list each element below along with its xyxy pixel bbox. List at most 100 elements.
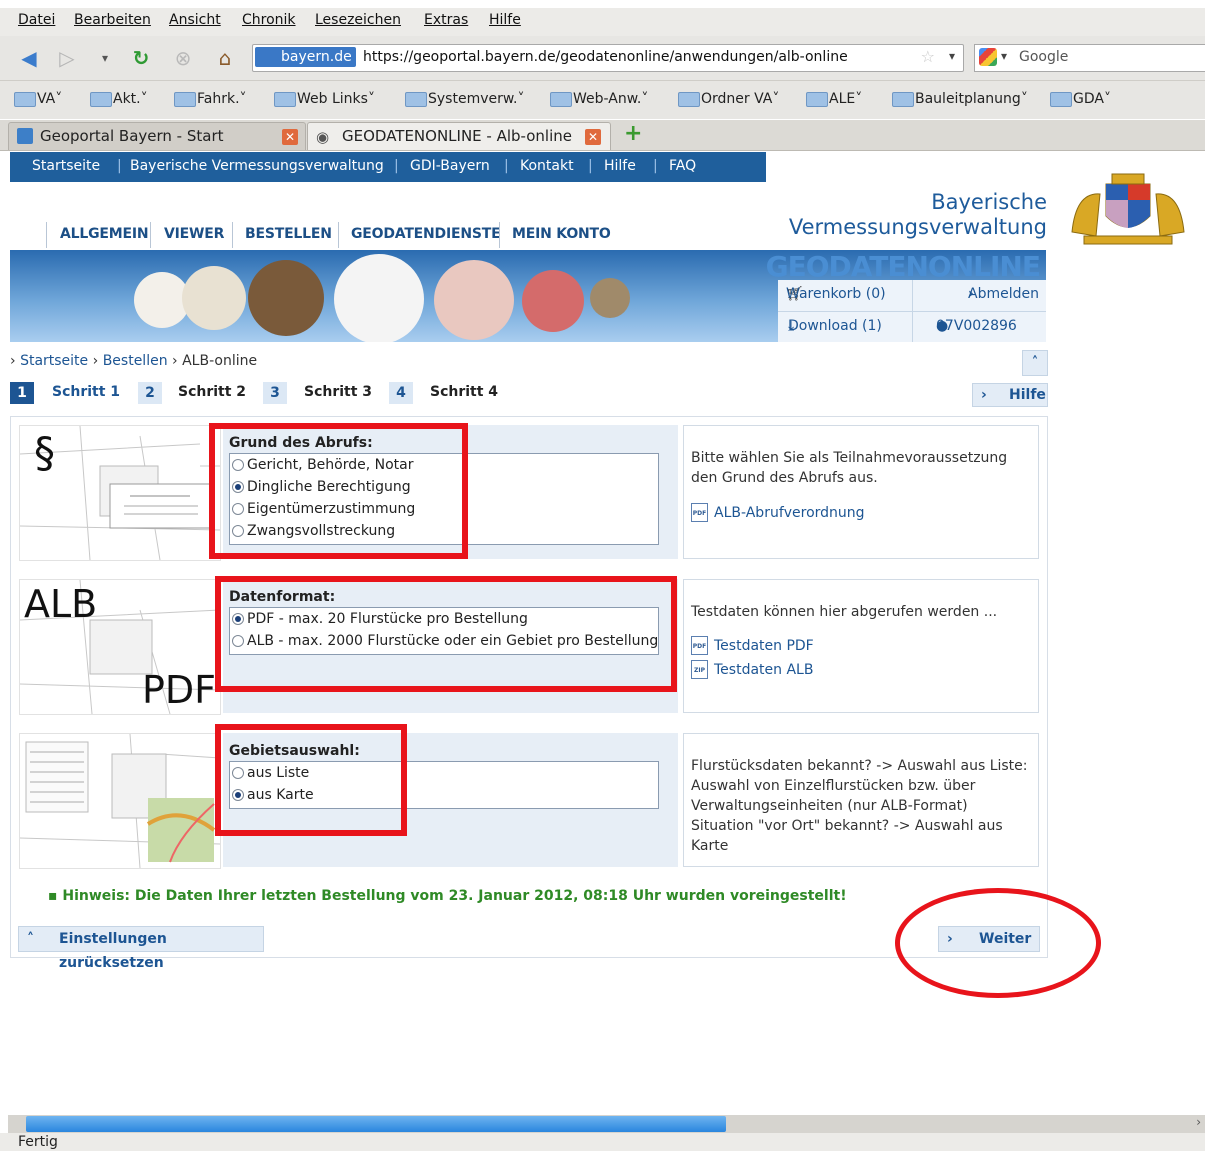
topnav-vermessungsverwaltung[interactable]: Bayerische Vermessungsverwaltung [130,158,384,174]
mainnav-geodatendienste[interactable]: GEODATENDIENSTE [351,226,501,242]
topnav-kontakt[interactable]: Kontakt [520,158,574,174]
folder-icon [550,91,572,107]
horizontal-scrollbar[interactable]: › [8,1115,1205,1133]
mainnav-bestellen[interactable]: BESTELLEN [245,226,332,242]
step-4-label[interactable]: Schritt 4 [430,384,498,400]
help-button[interactable]: › Hilfe [972,383,1048,407]
info-text: Bitte wählen Sie als Teilnahmevoraussetz… [691,450,1008,486]
menu-chronik[interactable]: Chronik [242,12,296,28]
folder-icon [174,91,196,107]
step-2-label[interactable]: Schritt 2 [178,384,246,400]
topnav-hilfe[interactable]: Hilfe [604,158,636,174]
breadcrumb-startseite[interactable]: Startseite [20,353,88,369]
home-icon[interactable]: ⌂ [212,45,238,71]
scroll-up-button[interactable]: ˄ [1022,350,1048,376]
url-dropdown-icon[interactable]: ▾ [949,49,955,63]
folder-icon [405,91,427,107]
step-4-number[interactable]: 4 [389,382,413,404]
search-box[interactable]: ▾ Google [974,44,1205,72]
scroll-right-icon[interactable]: › [1196,1115,1201,1129]
bookmark-folder[interactable]: Fahrk. ˅ [174,91,247,107]
menu-extras[interactable]: Extras [424,12,468,28]
forward-icon[interactable]: ▷ [54,45,80,71]
topnav-startseite[interactable]: Startseite [32,158,100,174]
banner-image [182,266,246,330]
link-alb-abrufverordnung[interactable]: PDF ALB-Abrufverordnung [691,503,865,522]
bookmarks-toolbar: VA ˅ Akt. ˅ Fahrk. ˅ Web Links ˅ Systemv… [0,81,1205,119]
nav-separator: | [653,158,658,174]
annotation-box [215,576,677,692]
step-3-label[interactable]: Schritt 3 [304,384,372,400]
bookmark-folder[interactable]: Akt. ˅ [90,91,148,107]
hint-message: ▪ Hinweis: Die Daten Ihrer letzten Beste… [48,888,847,904]
favicon-icon: ◉ [316,128,330,146]
reset-button-label: Einstellungen zurücksetzen [59,931,167,971]
scrollbar-thumb[interactable] [26,1116,726,1132]
menu-bearbeiten[interactable]: Bearbeiten [74,12,151,28]
bookmark-folder[interactable]: Web-Anw. ˅ [550,91,648,107]
step-3-number[interactable]: 3 [263,382,287,404]
bookmark-folder[interactable]: ALE ˅ [806,91,862,107]
section-info: Testdaten können hier abgerufen werden .… [683,579,1039,713]
logout-label: Abmelden [968,286,1039,302]
link-testdaten-alb[interactable]: ZIP Testdaten ALB [691,660,813,679]
bookmark-star-icon[interactable]: ☆ [921,47,935,66]
logout-link[interactable]: Abmelden › [968,286,1039,302]
mainnav-viewer[interactable]: VIEWER [164,226,224,242]
bookmark-folder[interactable]: Ordner VA ˅ [678,91,779,107]
tab-geodatenonline[interactable]: ◉ GEODATENONLINE - Alb-online ✕ [307,122,611,150]
section-info: Bitte wählen Sie als Teilnahmevoraussetz… [683,425,1039,559]
step-2-number[interactable]: 2 [138,382,162,404]
reload-icon[interactable]: ↻ [128,45,154,71]
bookmark-label: Systemverw. [428,91,518,107]
menu-lesezeichen[interactable]: Lesezeichen [315,12,401,28]
banner-title: GEODATENONLINE [765,250,1041,283]
nav-separator: | [588,158,593,174]
menu-datei[interactable]: Datei [18,12,55,28]
search-engine-dropdown-icon[interactable]: ▾ [1001,49,1007,63]
topnav-faq[interactable]: FAQ [669,158,696,174]
chevron-right-icon: › [10,353,16,369]
tab-geoportal[interactable]: Geoportal Bayern - Start ✕ [8,122,306,150]
address-bar[interactable]: bayern.de https://geoportal.bayern.de/ge… [252,44,964,72]
menu-hilfe[interactable]: Hilfe [489,12,521,28]
breadcrumb-alb-online: ALB-online [182,353,258,369]
zip-icon: ZIP [691,660,708,679]
bookmark-folder[interactable]: VA ˅ [14,91,62,107]
section-illustration [19,733,221,869]
stop-icon[interactable]: ⊗ [170,45,196,71]
status-bar: Fertig [0,1133,1205,1151]
reset-settings-button[interactable]: ˄ Einstellungen zurücksetzen [18,926,264,971]
mainnav-mein-konto[interactable]: MEIN KONTO [512,226,611,242]
site-identity-badge[interactable]: bayern.de [255,47,356,67]
folder-icon [274,91,296,107]
user-id: 07V002896 [936,318,1017,334]
bookmark-folder[interactable]: Bauleitplanung ˅ [892,91,1028,107]
step-1-label[interactable]: Schritt 1 [52,384,120,400]
back-icon[interactable]: ◀ [16,45,42,71]
bookmark-label: Bauleitplanung [915,91,1021,107]
panel-divider [912,280,913,342]
banner-image [522,270,584,332]
mainnav-allgemein[interactable]: ALLGEMEIN [60,226,149,242]
bookmark-folder[interactable]: Web Links ˅ [274,91,375,107]
new-tab-icon[interactable]: + [624,121,642,146]
brand-line-2: Vermessungsverwaltung [788,215,1047,239]
info-line: Auswahl von Einzelflurstücken bzw. über [691,778,976,794]
history-dropdown-icon[interactable]: ▾ [92,45,118,71]
tab-strip: Geoportal Bayern - Start ✕ ◉ GEODATENONL… [0,120,1205,151]
link-testdaten-pdf[interactable]: PDF Testdaten PDF [691,636,814,655]
info-text: Flurstücksdaten bekannt? -> Auswahl aus … [691,756,1037,856]
bookmark-folder[interactable]: GDA ˅ [1050,91,1111,107]
folder-icon [678,91,700,107]
menu-ansicht[interactable]: Ansicht [169,12,221,28]
close-tab-icon[interactable]: ✕ [585,129,601,145]
breadcrumb-bestellen[interactable]: Bestellen [103,353,168,369]
topnav-gdi-bayern[interactable]: GDI-Bayern [410,158,490,174]
bookmark-label: Fahrk. [197,91,240,107]
step-1-number[interactable]: 1 [10,382,34,404]
close-tab-icon[interactable]: ✕ [282,129,298,145]
banner-image [434,260,514,340]
bookmark-folder[interactable]: Systemverw. ˅ [405,91,524,107]
cart-label: Warenkorb (0) [786,286,886,302]
